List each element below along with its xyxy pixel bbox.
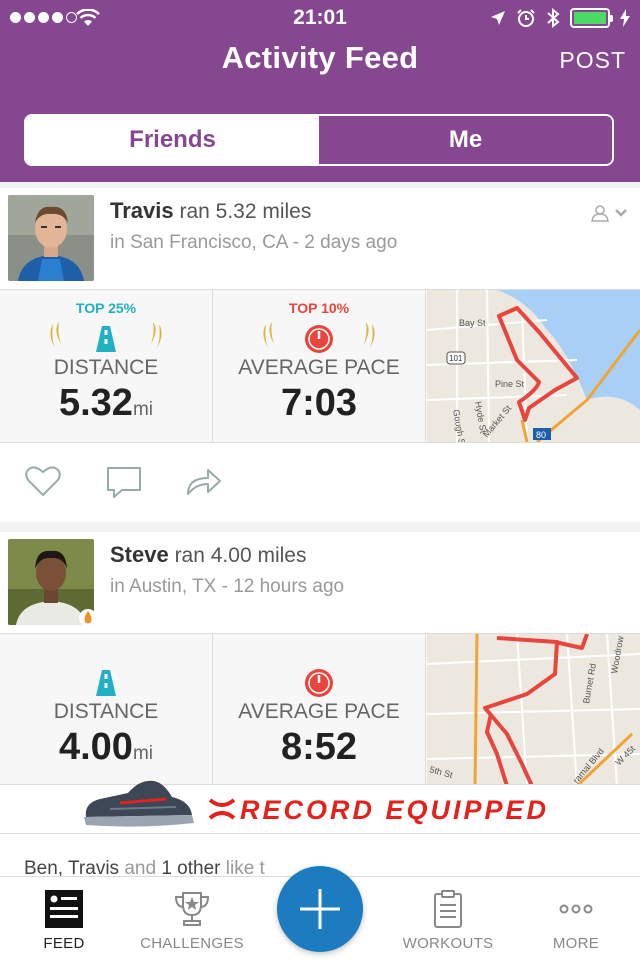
header: 21:01 Activity Feed POST Friends Me [0, 0, 640, 182]
page-title: Activity Feed [221, 40, 419, 75]
action-bar [0, 444, 640, 522]
stat-label: DISTANCE [53, 700, 159, 723]
user-name[interactable]: Travis [110, 198, 174, 223]
road-icon [96, 670, 116, 696]
add-workout-button[interactable] [277, 866, 363, 952]
pace-stat[interactable]: TOP 10% AVERAGE PACE 7:03 [213, 290, 426, 442]
map-label: 101 [449, 354, 463, 363]
post-button[interactable]: POST [559, 47, 626, 74]
location-time: in Austin, TX - 12 hours ago [110, 576, 345, 597]
speedometer-icon [263, 322, 375, 353]
distance-stat[interactable]: TOP 25% DISTANCE 5.32mi [0, 290, 213, 442]
user-name[interactable]: Steve [110, 542, 169, 567]
mvp-badge-icon [79, 609, 97, 627]
tab-feed[interactable]: FEED [0, 877, 128, 960]
road-icon [50, 322, 162, 352]
stat-label: AVERAGE PACE [238, 700, 400, 723]
stat-value: 8:52 [280, 726, 358, 768]
status-bar: 21:01 [0, 0, 640, 36]
route-map[interactable]: Bay St 101 Pine St Hyde St Gough St Mark… [427, 290, 640, 442]
tab-label: WORKOUTS [402, 935, 494, 952]
brand-logo-icon [208, 798, 236, 820]
map-label: Pine St [495, 379, 525, 389]
tab-label: FEED [43, 935, 85, 952]
tab-more[interactable]: MORE [512, 877, 640, 960]
speedometer-icon [305, 669, 333, 697]
tab-challenges[interactable]: CHALLENGES [128, 877, 256, 960]
heart-icon[interactable] [24, 464, 62, 498]
stat-label: DISTANCE [53, 356, 159, 379]
comment-icon[interactable] [104, 464, 144, 500]
tab-label: MORE [552, 935, 600, 952]
activity-text: ran 4.00 miles [174, 544, 307, 567]
stats-row: DISTANCE 4.00mi AVERAGE PACE 8:52 Burnet… [0, 633, 640, 787]
route-map[interactable]: Burnet Rd Woodrow W 45t ramal Blvd 5th S… [427, 634, 640, 786]
tab-friends[interactable]: Friends [26, 116, 319, 164]
battery-icon [570, 8, 613, 28]
tab-me[interactable]: Me [319, 116, 612, 164]
more-dots-icon [559, 904, 593, 914]
charging-bolt-icon [620, 9, 630, 27]
avatar[interactable] [8, 195, 94, 281]
rank-badge: TOP 25% [75, 300, 137, 316]
sponsored-banner[interactable]: RECORD EQUIPPED [0, 780, 640, 834]
plus-icon [300, 889, 340, 929]
tab-label: CHALLENGES [140, 935, 244, 952]
stat-value: 7:03 [280, 382, 358, 424]
ad-text: RECORD EQUIPPED [240, 795, 550, 825]
activity-headline: Travis ran 5.32 miles [110, 198, 311, 224]
location-time: in San Francisco, CA - 2 days ago [110, 232, 398, 253]
bluetooth-icon [547, 8, 560, 28]
shoe-image [84, 780, 194, 827]
tab-workouts[interactable]: WORKOUTS [384, 877, 512, 960]
map-label: Bay St [459, 318, 486, 328]
distance-stat[interactable]: DISTANCE 4.00mi [0, 634, 213, 786]
clipboard-icon [434, 890, 462, 928]
stat-value: 5.32mi [58, 382, 154, 424]
activity-headline: Steve ran 4.00 miles [110, 542, 306, 568]
location-arrow-icon [491, 11, 505, 25]
share-icon[interactable] [184, 464, 224, 498]
map-label: 80 [536, 430, 546, 440]
feed-segmented-control: Friends Me [24, 114, 614, 166]
stat-label: AVERAGE PACE [238, 356, 400, 379]
friends-visibility-icon[interactable] [590, 204, 628, 222]
feed-item-travis: Travis ran 5.32 miles in San Francisco, … [0, 188, 640, 522]
feed-icon [45, 890, 83, 928]
rank-badge: TOP 10% [288, 300, 350, 316]
alarm-icon [517, 9, 535, 27]
activity-text: ran 5.32 miles [179, 200, 312, 223]
pace-stat[interactable]: AVERAGE PACE 8:52 [213, 634, 426, 786]
stats-row: TOP 25% DISTANCE 5.32mi TOP 10% AVERAGE … [0, 289, 640, 443]
stat-value: 4.00mi [58, 726, 154, 768]
trophy-icon [174, 892, 210, 926]
